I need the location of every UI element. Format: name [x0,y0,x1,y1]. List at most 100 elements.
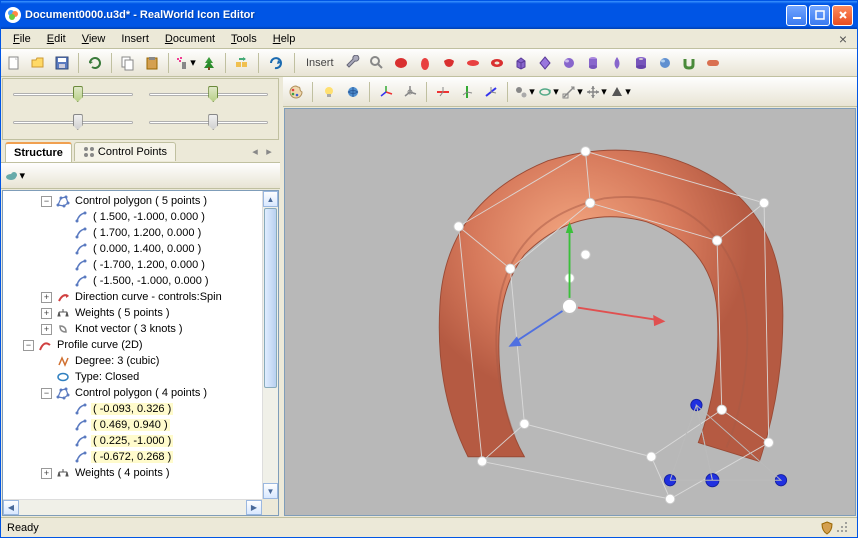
insert-cylinder-icon[interactable] [582,52,604,74]
menu-insert[interactable]: Insert [113,31,157,47]
app-icon [5,7,21,23]
move-icon[interactable]: ▾ [585,81,607,103]
tree-node-icon [73,434,89,448]
tab-structure[interactable]: Structure [5,142,72,162]
axis-z-icon[interactable] [480,81,502,103]
tree-node[interactable]: −Profile curve (2D) [5,337,260,353]
resize-grip-icon[interactable] [835,520,851,536]
scroll-right-icon[interactable]: ▶ [246,500,262,515]
copy-icon[interactable] [117,52,139,74]
tree-node[interactable]: ( 0.469, 0.940 ) [5,417,260,433]
scroll-down-icon[interactable]: ▼ [263,483,278,499]
menu-help[interactable]: Help [265,31,304,47]
tree-scrollbar-vertical[interactable]: ▲ ▼ [262,191,278,499]
axis-y-icon[interactable] [456,81,478,103]
tree-expander-icon[interactable]: − [41,388,52,399]
slider-3[interactable] [5,109,141,137]
tab-next-icon[interactable]: ▸ [262,144,276,160]
insert-tube-icon[interactable] [630,52,652,74]
insert-drop-icon[interactable] [606,52,628,74]
insert-bean-icon[interactable] [438,52,460,74]
tree-node[interactable]: ( -1.500, -1.000, 0.000 ) [5,273,260,289]
insert-disc-icon[interactable] [462,52,484,74]
axis-xyz-icon[interactable] [375,81,397,103]
slider-4[interactable] [141,109,277,137]
close-button[interactable] [832,5,853,26]
rotate-view-icon[interactable]: ▾ [537,81,559,103]
menu-file[interactable]: File [5,31,39,47]
insert-blob-icon[interactable] [390,52,412,74]
gears-icon[interactable]: ▾ [513,81,535,103]
insert-toolbar-label: Insert [300,57,340,69]
tree-expander-icon[interactable]: + [41,292,52,303]
tree-node[interactable]: ( -0.672, 0.268 ) [5,449,260,465]
tree-node[interactable]: Type: Closed [5,369,260,385]
window-title: Document0000.u3d* - RealWorld Icon Edito… [25,9,786,21]
tree-node[interactable]: ( 1.500, -1.000, 0.000 ) [5,209,260,225]
insert-egg-icon[interactable] [414,52,436,74]
tree-icon[interactable] [198,52,220,74]
tree-expander-icon[interactable]: − [41,196,52,207]
insert-cube-icon[interactable] [510,52,532,74]
tree-scrollbar-horizontal[interactable]: ◀ ▶ [3,499,262,515]
insert-sphere-icon[interactable] [558,52,580,74]
tree-node-icon [73,258,89,272]
tree-node[interactable]: +Weights ( 4 points ) [5,465,260,481]
document-close-icon[interactable]: × [833,31,853,47]
3d-viewport[interactable] [284,108,856,516]
slider-1[interactable] [5,81,141,109]
insert-pill-icon[interactable] [702,52,724,74]
tree-node[interactable]: −Control polygon ( 4 points ) [5,385,260,401]
tree-node[interactable]: ( -0.093, 0.326 ) [5,401,260,417]
main-toolbar: ▾ Insert [1,49,857,77]
menu-document[interactable]: Document [157,31,223,47]
tree-expander-icon[interactable]: + [41,308,52,319]
palette-icon[interactable] [285,81,307,103]
scale-icon[interactable]: ▾ [561,81,583,103]
tab-control-points[interactable]: Control Points [74,142,176,161]
axis-x-icon[interactable] [432,81,454,103]
tree-node-icon [55,322,71,336]
tree-node[interactable]: +Direction curve - controls:Spin [5,289,260,305]
globe-icon[interactable] [342,81,364,103]
batch-icon[interactable] [231,52,253,74]
tree-node[interactable]: Degree: 3 (cubic) [5,353,260,369]
bulb-icon[interactable] [318,81,340,103]
insert-wrench-icon[interactable] [342,52,364,74]
tree-expander-icon[interactable]: − [23,340,34,351]
slider-2[interactable] [141,81,277,109]
save-icon[interactable] [51,52,73,74]
insert-ushape-icon[interactable] [678,52,700,74]
insert-magnifier-icon[interactable] [366,52,388,74]
axis-wireframe-icon[interactable] [399,81,421,103]
insert-sphere2-icon[interactable] [654,52,676,74]
tree-node[interactable]: ( 0.000, 1.400, 0.000 ) [5,241,260,257]
tab-prev-icon[interactable]: ◂ [248,144,262,160]
tree-node[interactable]: ( -1.700, 1.200, 0.000 ) [5,257,260,273]
tree-node[interactable]: −Control polygon ( 5 points ) [5,193,260,209]
tree-node[interactable]: ( 1.700, 1.200, 0.000 ) [5,225,260,241]
insert-torus-icon[interactable] [486,52,508,74]
maximize-button[interactable] [809,5,830,26]
menu-view[interactable]: View [74,31,114,47]
scroll-left-icon[interactable]: ◀ [3,500,19,515]
redo-icon[interactable] [264,52,286,74]
menu-edit[interactable]: Edit [39,31,74,47]
pyramid-icon[interactable]: ▾ [609,81,631,103]
menu-tools[interactable]: Tools [223,31,265,47]
minimize-button[interactable] [786,5,807,26]
scroll-up-icon[interactable]: ▲ [263,191,278,207]
cloud-dropdown-icon[interactable]: ▾ [5,166,25,186]
undo-history-icon[interactable] [84,52,106,74]
status-shield-icon[interactable] [819,520,835,536]
open-folder-icon[interactable] [27,52,49,74]
tree-node[interactable]: +Weights ( 5 points ) [5,305,260,321]
tree-node[interactable]: +Knot vector ( 3 knots ) [5,321,260,337]
insert-diamond-icon[interactable] [534,52,556,74]
paste-icon[interactable] [141,52,163,74]
spray-tool-icon[interactable]: ▾ [174,52,196,74]
tree-expander-icon[interactable]: + [41,324,52,335]
tree-expander-icon[interactable]: + [41,468,52,479]
new-document-icon[interactable] [3,52,25,74]
tree-node[interactable]: ( 0.225, -1.000 ) [5,433,260,449]
